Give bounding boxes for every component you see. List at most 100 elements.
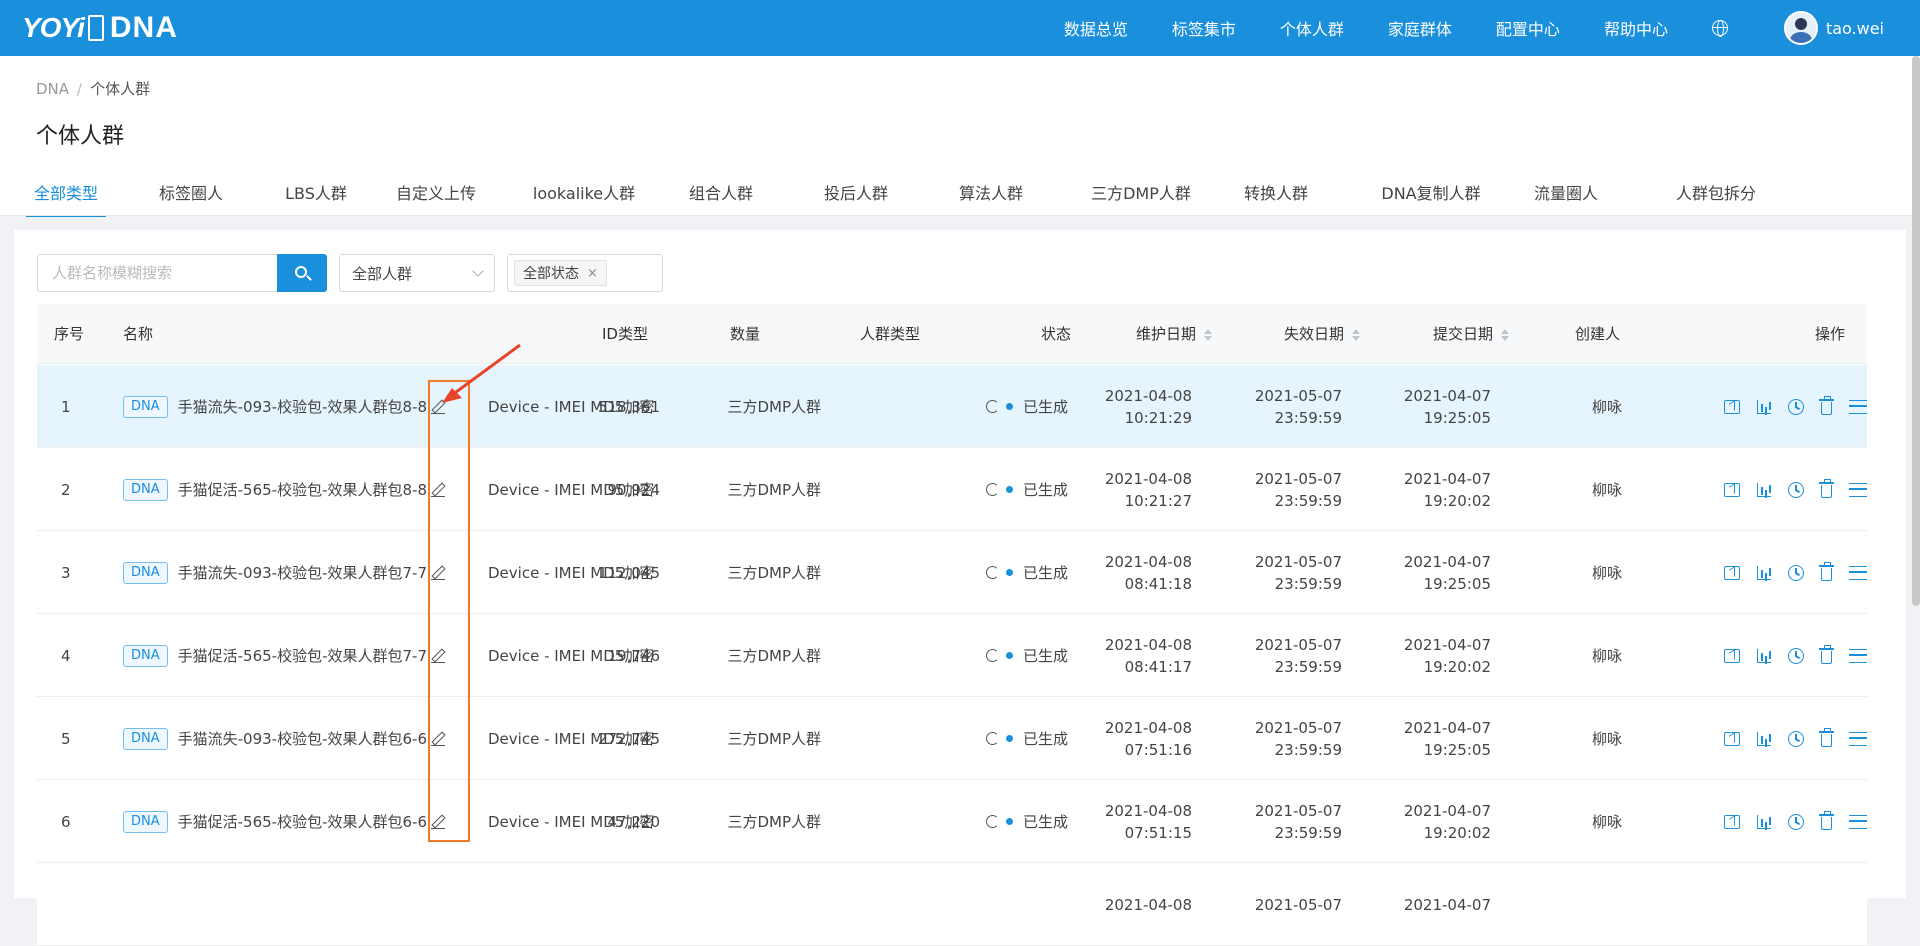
tab-dna-copy[interactable]: DNA复制人群 xyxy=(1366,180,1496,216)
trash-icon[interactable] xyxy=(1819,645,1834,664)
nav-family-group[interactable]: 家庭群体 xyxy=(1388,16,1452,40)
row-maintain-date-day: 2021-04-08 xyxy=(1104,801,1192,820)
menu-icon[interactable] xyxy=(1849,814,1867,829)
row-maintain-date: 2021-04-08 xyxy=(1105,863,1192,946)
tab-post-campaign[interactable]: 投后人群 xyxy=(811,180,901,216)
refresh-icon[interactable] xyxy=(986,649,999,662)
trash-icon[interactable] xyxy=(1819,562,1834,581)
row-name[interactable]: 手猫流失-093-校验包-效果人群包8-8 xyxy=(178,396,427,417)
row-name[interactable]: 手猫促活-565-校验包-效果人群包7-7 xyxy=(178,645,427,666)
filter-bar: 全部人群 全部状态 × xyxy=(37,254,663,292)
annotation-highlight-box xyxy=(428,380,470,842)
globe-icon[interactable] xyxy=(1711,20,1728,37)
refresh-icon[interactable] xyxy=(986,732,999,745)
menu-icon[interactable] xyxy=(1849,648,1867,663)
col-expire-date[interactable]: 失效日期 xyxy=(1284,304,1361,364)
line-chart-icon[interactable] xyxy=(1724,399,1740,414)
logo-text: YOYi xyxy=(22,12,85,43)
tab-lbs[interactable]: LBS人群 xyxy=(276,180,356,216)
row-expire-date-day: 2021-05-07 xyxy=(1254,469,1342,488)
row-name-cell: DNA 手猫促活-565-校验包-效果人群包8-8 xyxy=(123,448,446,531)
page-scrollbar[interactable] xyxy=(1912,56,1920,606)
refresh-icon[interactable] xyxy=(986,483,999,496)
table-row[interactable]: 1 DNA 手猫流失-093-校验包-效果人群包8-8 Device - IME… xyxy=(37,365,1867,448)
tab-algorithm[interactable]: 算法人群 xyxy=(946,180,1036,216)
nav-individual-audience[interactable]: 个体人群 xyxy=(1280,16,1344,40)
row-submit-date-time: 19:25:05 xyxy=(1423,574,1491,593)
row-submit-date: 2021-04-07 19:20:02 xyxy=(1404,448,1491,531)
row-creator: 柳咏 xyxy=(1591,564,1622,582)
tab-package-split[interactable]: 人群包拆分 xyxy=(1651,180,1781,216)
row-name[interactable]: 手猫促活-565-校验包-效果人群包8-8 xyxy=(178,479,427,500)
bar-chart-icon[interactable] xyxy=(1757,565,1771,580)
breadcrumb-root[interactable]: DNA xyxy=(36,80,69,98)
refresh-icon[interactable] xyxy=(986,400,999,413)
status-select[interactable]: 全部状态 × xyxy=(507,254,663,292)
tab-all-types[interactable]: 全部类型 xyxy=(26,180,106,217)
menu-icon[interactable] xyxy=(1849,731,1867,746)
bar-chart-icon[interactable] xyxy=(1757,731,1771,746)
row-name[interactable]: 手猫促活-565-校验包-效果人群包6-6 xyxy=(178,811,427,832)
col-submit-date[interactable]: 提交日期 xyxy=(1433,304,1510,364)
line-chart-icon[interactable] xyxy=(1724,731,1740,746)
line-chart-icon[interactable] xyxy=(1724,482,1740,497)
line-chart-icon[interactable] xyxy=(1724,565,1740,580)
tab-tag-circle[interactable]: 标签圈人 xyxy=(146,180,236,216)
trash-icon[interactable] xyxy=(1819,396,1834,415)
row-submit-date: 2021-04-07 19:20:02 xyxy=(1404,614,1491,697)
table-row[interactable]: 2 DNA 手猫促活-565-校验包-效果人群包8-8 Device - IME… xyxy=(37,448,1867,531)
line-chart-icon[interactable] xyxy=(1724,814,1740,829)
bar-chart-icon[interactable] xyxy=(1757,482,1771,497)
table-row[interactable]: 3 DNA 手猫流失-093-校验包-效果人群包7-7 Device - IME… xyxy=(37,531,1867,614)
table-row[interactable]: 6 DNA 手猫促活-565-校验包-效果人群包6-6 Device - IME… xyxy=(37,780,1867,863)
table-row[interactable]: 5 DNA 手猫流失-093-校验包-效果人群包6-6 Device - IME… xyxy=(37,697,1867,780)
top-nav: 数据总览 标签集市 个体人群 家庭群体 配置中心 帮助中心 tao.wei xyxy=(1020,0,1884,56)
row-expire-date-time: 23:59:59 xyxy=(1274,823,1342,842)
clock-icon[interactable] xyxy=(1788,813,1804,830)
nav-overview[interactable]: 数据总览 xyxy=(1064,16,1128,40)
menu-icon[interactable] xyxy=(1849,565,1867,580)
row-expire-date-day: 2021-05-07 xyxy=(1254,895,1342,914)
tab-lookalike[interactable]: lookalike人群 xyxy=(519,180,649,216)
bar-chart-icon[interactable] xyxy=(1757,814,1771,829)
row-maintain-date-time: 10:21:27 xyxy=(1124,491,1192,510)
refresh-icon[interactable] xyxy=(986,815,999,828)
menu-icon[interactable] xyxy=(1849,482,1867,497)
search-input[interactable] xyxy=(37,254,277,292)
refresh-icon[interactable] xyxy=(986,566,999,579)
trash-icon[interactable] xyxy=(1819,479,1834,498)
tab-combined[interactable]: 组合人群 xyxy=(676,180,766,216)
app-logo[interactable]: YOYi DNA xyxy=(22,11,178,44)
trash-icon[interactable] xyxy=(1819,811,1834,830)
tab-custom-upload[interactable]: 自定义上传 xyxy=(381,180,491,216)
row-name[interactable]: 手猫流失-093-校验包-效果人群包7-7 xyxy=(178,562,427,583)
clock-icon[interactable] xyxy=(1788,647,1804,664)
clock-icon[interactable] xyxy=(1788,564,1804,581)
tab-conversion[interactable]: 转换人群 xyxy=(1231,180,1321,216)
tab-third-party-dmp[interactable]: 三方DMP人群 xyxy=(1076,180,1206,216)
table-row[interactable]: 4 DNA 手猫促活-565-校验包-效果人群包7-7 Device - IME… xyxy=(37,614,1867,697)
bar-chart-icon[interactable] xyxy=(1757,399,1771,414)
audience-select[interactable]: 全部人群 xyxy=(339,254,495,292)
breadcrumb: DNA / 个体人群 xyxy=(36,80,151,98)
clock-icon[interactable] xyxy=(1788,730,1804,747)
table-row[interactable]: 2021-04-08 2021-05-07 2021-04-07 xyxy=(37,863,1867,946)
row-expire-date: 2021-05-07 23:59:59 xyxy=(1255,448,1342,531)
menu-icon[interactable] xyxy=(1849,399,1867,414)
tab-traffic-circle[interactable]: 流量圈人 xyxy=(1521,180,1611,216)
clock-icon[interactable] xyxy=(1788,398,1804,415)
search-button[interactable] xyxy=(277,254,327,292)
nav-tag-market[interactable]: 标签集市 xyxy=(1172,16,1236,40)
user-menu[interactable]: tao.wei xyxy=(1783,11,1884,45)
col-maintain-date[interactable]: 维护日期 xyxy=(1136,304,1213,364)
nav-help-center[interactable]: 帮助中心 xyxy=(1604,16,1668,40)
close-icon[interactable]: × xyxy=(587,266,598,281)
nav-config-center[interactable]: 配置中心 xyxy=(1496,16,1560,40)
trash-icon[interactable] xyxy=(1819,728,1834,747)
row-audience-type: 三方DMP人群 xyxy=(727,647,821,665)
row-name[interactable]: 手猫流失-093-校验包-效果人群包6-6 xyxy=(178,728,427,749)
row-count: 90,924 xyxy=(607,480,661,499)
clock-icon[interactable] xyxy=(1788,481,1804,498)
bar-chart-icon[interactable] xyxy=(1757,648,1771,663)
line-chart-icon[interactable] xyxy=(1724,648,1740,663)
